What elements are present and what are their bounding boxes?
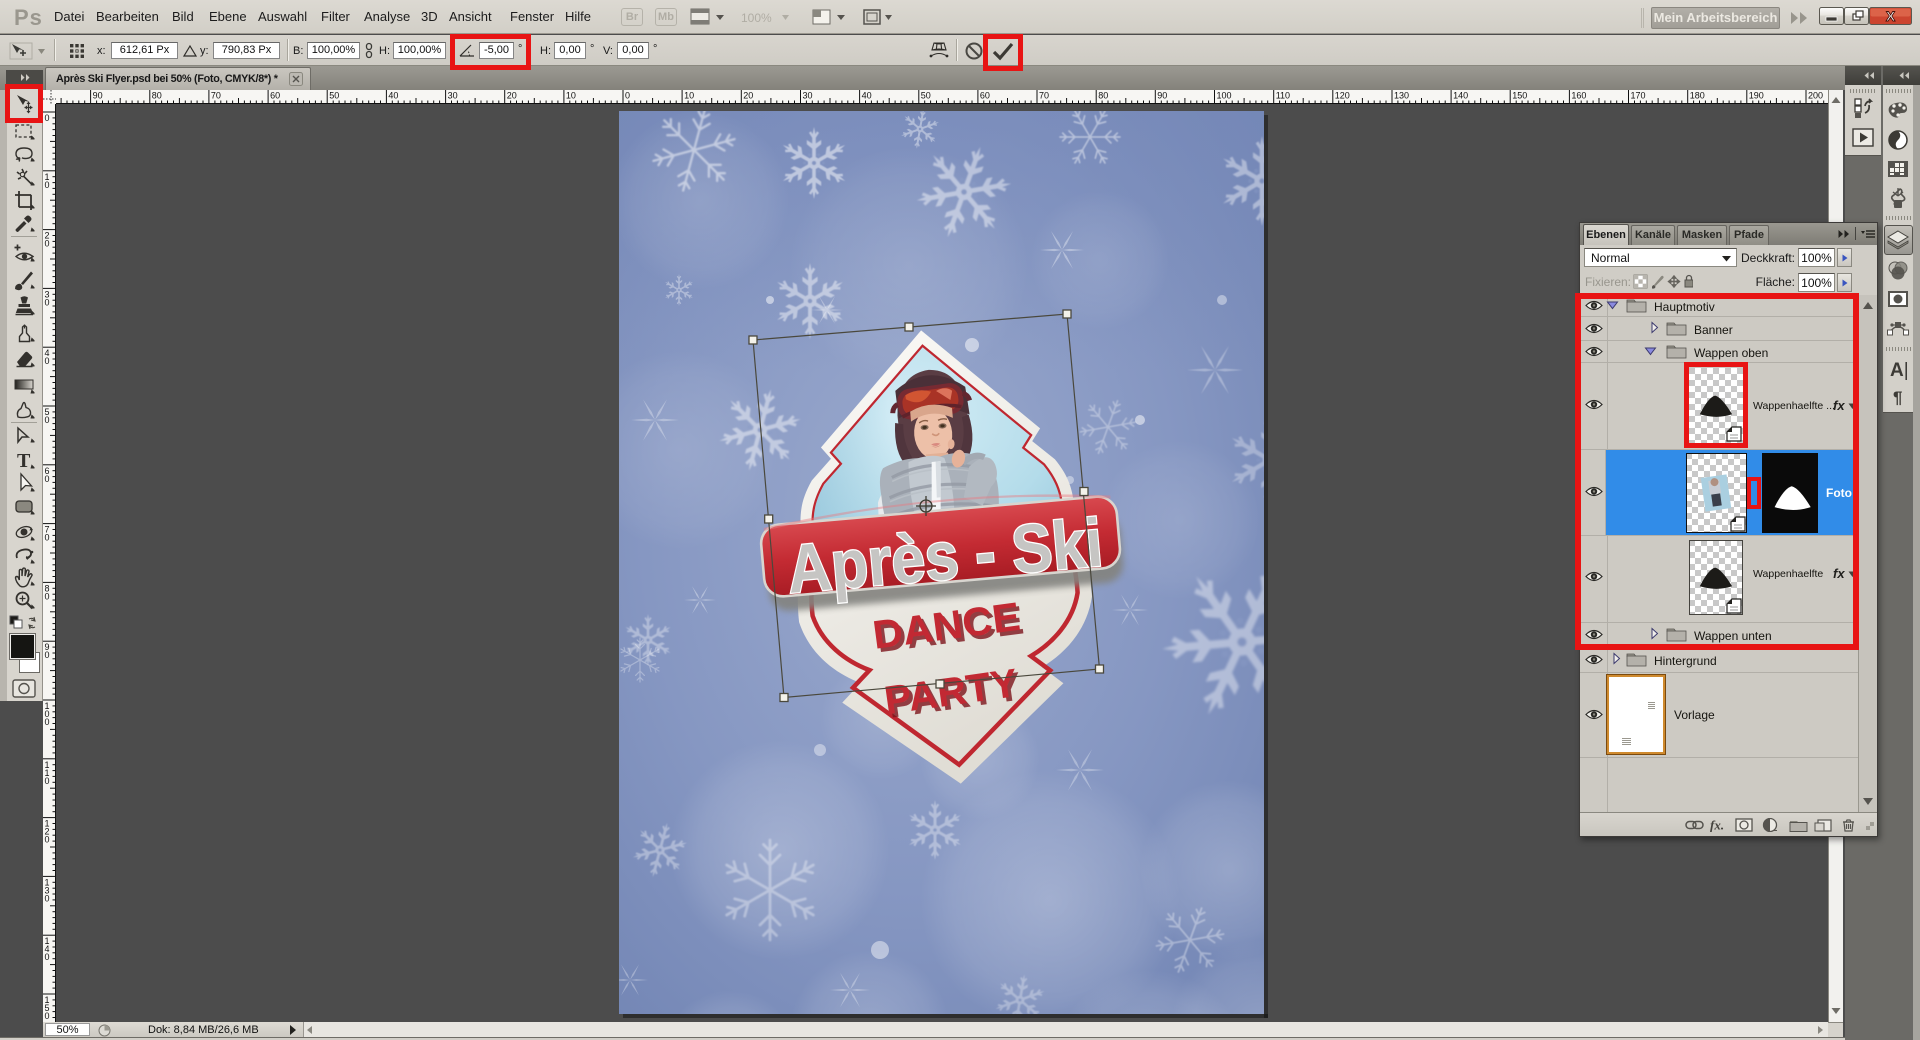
svg-text:50: 50 (921, 91, 931, 101)
svg-text:140: 140 (1453, 91, 1468, 101)
svg-text:0: 0 (45, 893, 50, 903)
svg-text:0: 0 (45, 297, 50, 307)
svg-text:0: 0 (45, 776, 50, 786)
svg-text:0: 0 (625, 91, 630, 101)
svg-text:80: 80 (152, 91, 162, 101)
svg-text:40: 40 (862, 91, 872, 101)
svg-text:190: 190 (1749, 91, 1764, 101)
svg-text:0: 0 (45, 650, 50, 660)
svg-text:30: 30 (448, 91, 458, 101)
svg-text:X: X (1886, 8, 1896, 24)
svg-text:0: 0 (45, 415, 50, 425)
svg-text:40: 40 (388, 91, 398, 101)
svg-text:70: 70 (211, 91, 221, 101)
svg-text:0: 0 (45, 717, 50, 727)
svg-text:60: 60 (270, 91, 280, 101)
svg-text:0: 0 (45, 474, 50, 484)
svg-text:90: 90 (1157, 91, 1167, 101)
svg-text:110: 110 (1276, 91, 1290, 101)
svg-text:90: 90 (93, 91, 103, 101)
svg-text:50: 50 (329, 91, 339, 101)
svg-text:10: 10 (566, 91, 576, 101)
svg-text:120: 120 (1335, 91, 1350, 101)
svg-text:0: 0 (45, 113, 50, 123)
svg-text:0: 0 (45, 952, 50, 962)
svg-text:0: 0 (45, 533, 50, 543)
svg-text:0: 0 (45, 591, 50, 601)
svg-text:0: 0 (45, 356, 50, 366)
svg-text:170: 170 (1631, 91, 1646, 101)
svg-text:150: 150 (1512, 91, 1527, 101)
svg-text:200: 200 (1808, 91, 1823, 101)
svg-text:60: 60 (980, 91, 990, 101)
svg-text:160: 160 (1571, 91, 1586, 101)
svg-text:0: 0 (45, 239, 50, 249)
svg-text:10: 10 (684, 91, 694, 101)
svg-text:30: 30 (803, 91, 813, 101)
svg-text:0: 0 (45, 835, 50, 845)
svg-text:0: 0 (45, 1011, 50, 1021)
svg-text:20: 20 (743, 91, 753, 101)
svg-text:0: 0 (45, 180, 50, 190)
svg-text:70: 70 (1039, 91, 1049, 101)
svg-text:180: 180 (1690, 91, 1705, 101)
svg-text:20: 20 (507, 91, 517, 101)
svg-text:100: 100 (1217, 91, 1232, 101)
svg-text:T: T (17, 450, 31, 471)
svg-text:100%: 100% (741, 11, 772, 25)
svg-text:130: 130 (1394, 91, 1409, 101)
svg-text:80: 80 (1098, 91, 1108, 101)
svg-text:fx.: fx. (1710, 818, 1724, 832)
